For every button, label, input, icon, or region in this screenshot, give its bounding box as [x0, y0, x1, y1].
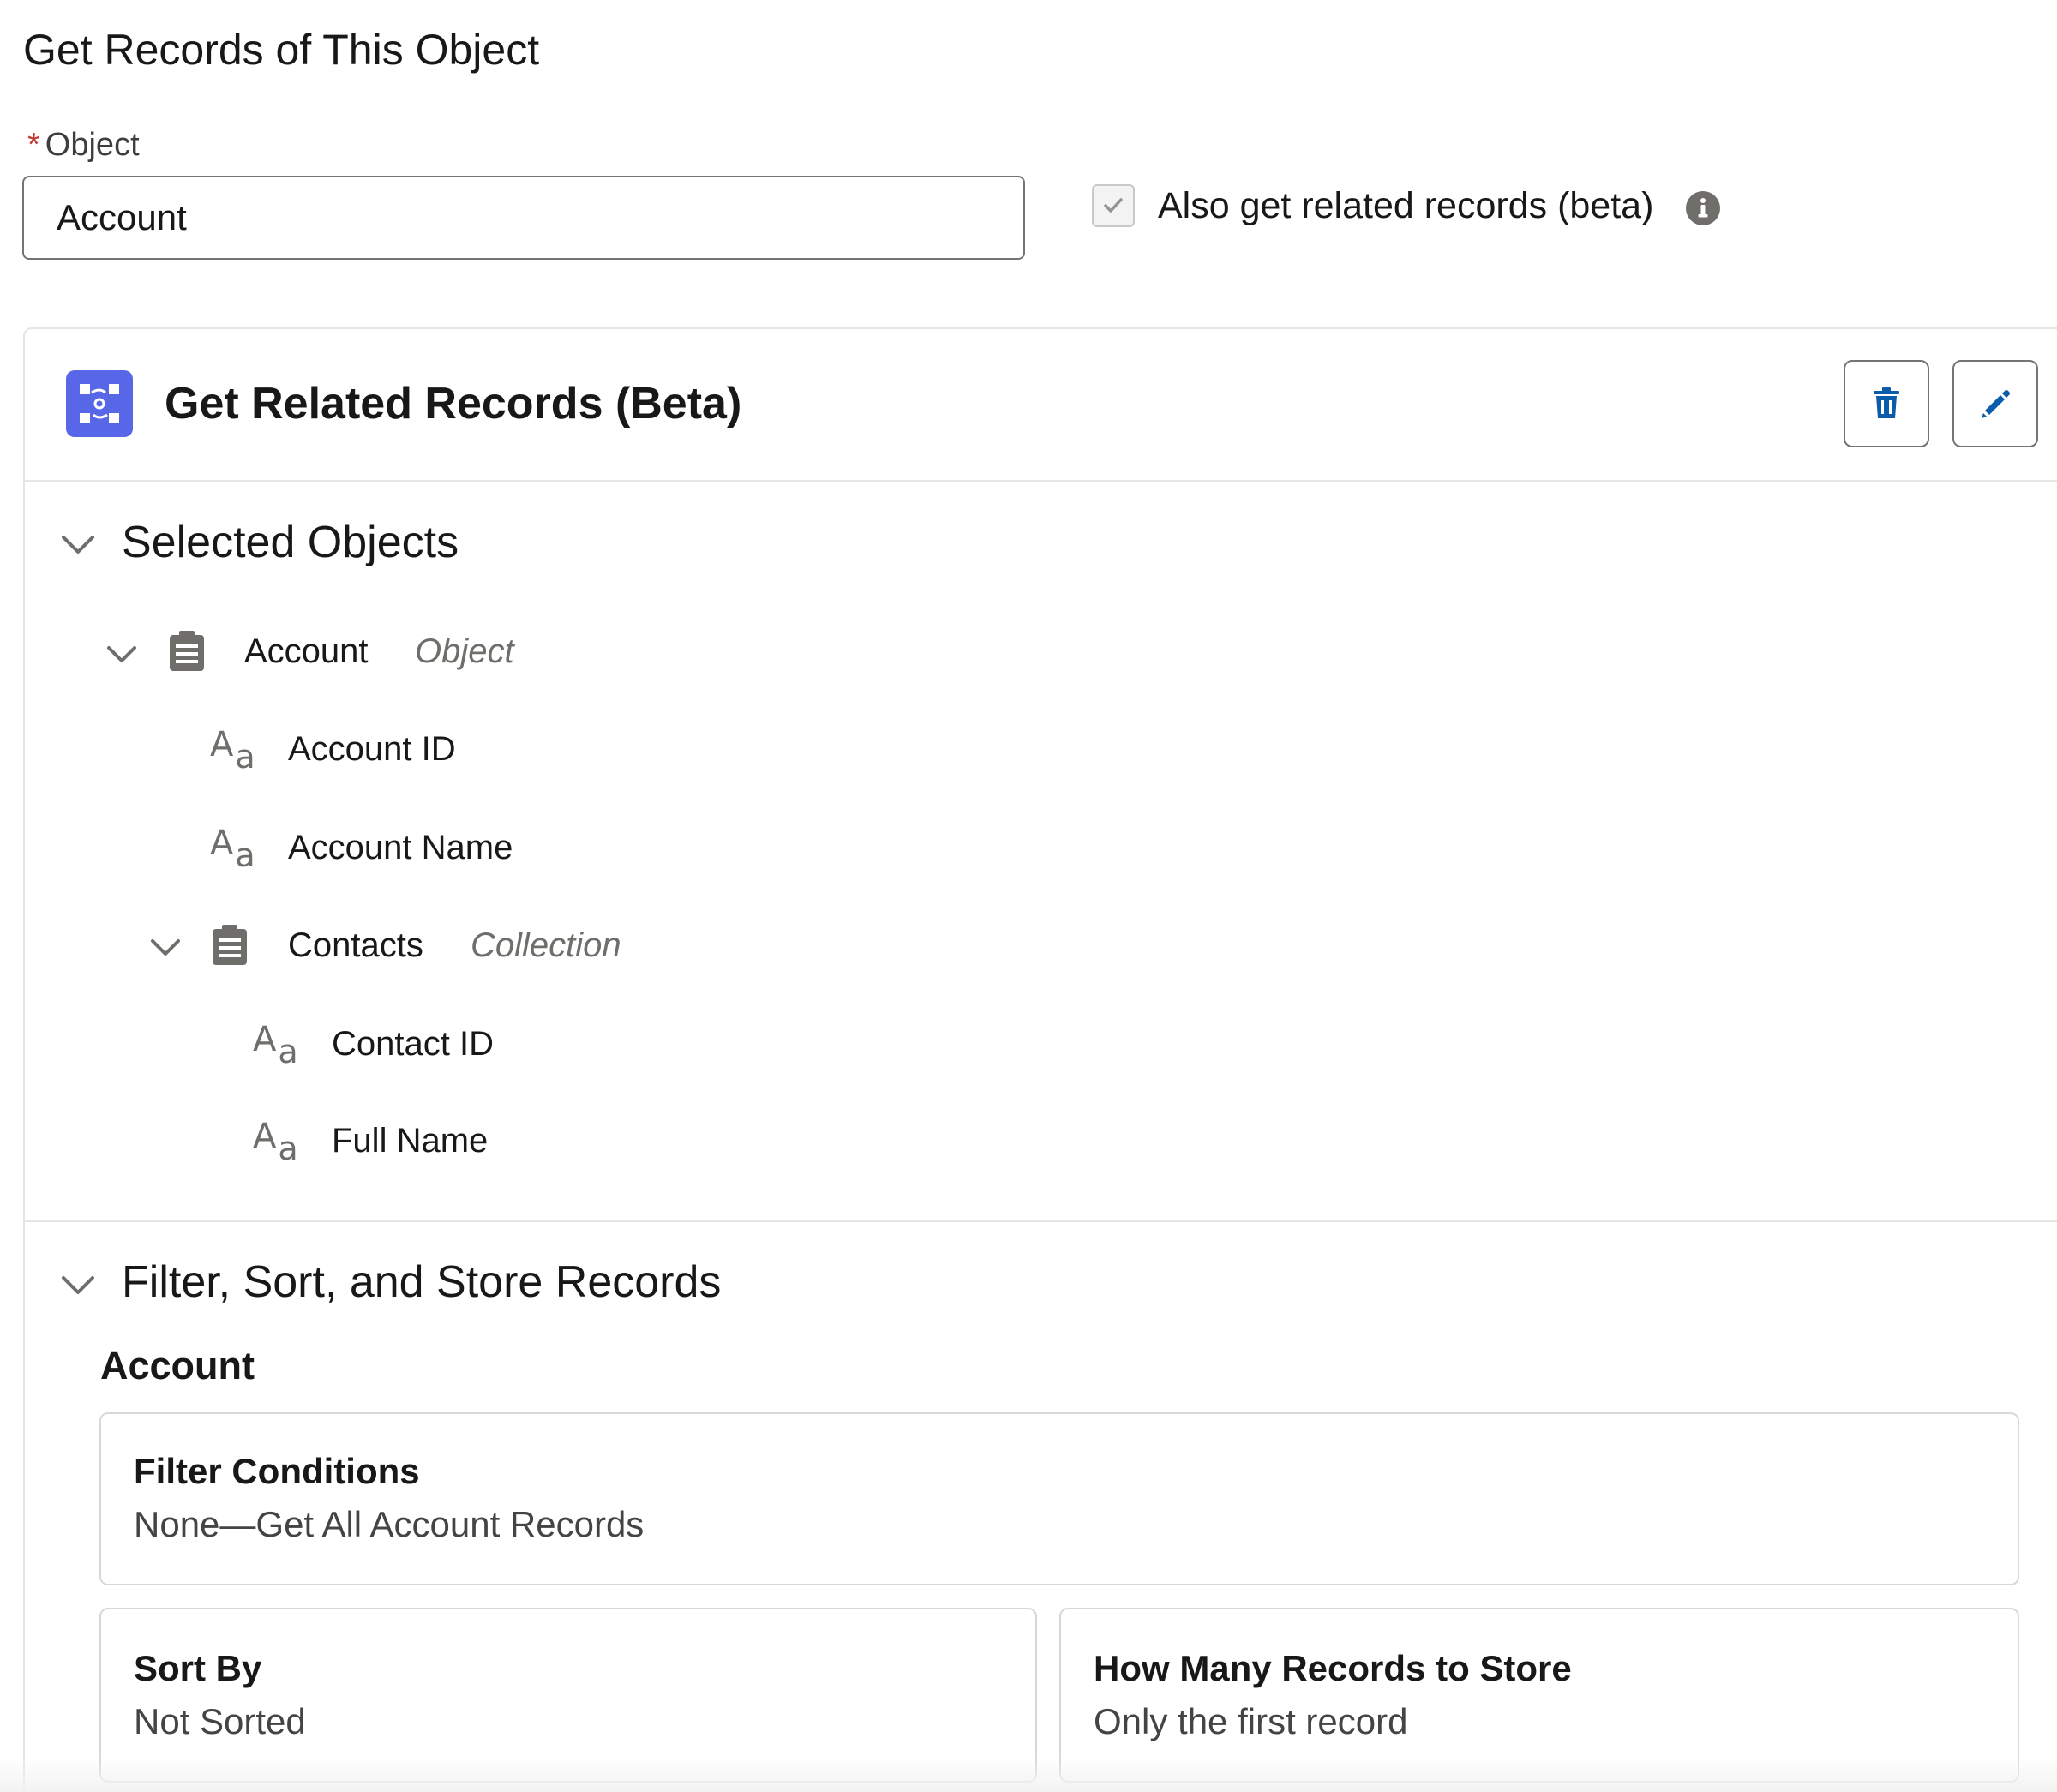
object-label-text: Object — [45, 127, 140, 163]
chevron-down-icon[interactable] — [58, 1265, 98, 1304]
sort-by-value: Not Sorted — [134, 1701, 306, 1741]
tree-item-type: Object — [415, 632, 514, 670]
section-divider — [24, 1220, 2057, 1222]
text-field-icon: Aa — [210, 824, 255, 874]
page-title: Get Records of This Object — [23, 26, 540, 74]
trash-icon — [1874, 387, 1899, 418]
card-header-divider — [24, 480, 2057, 482]
record-object-icon — [170, 631, 204, 671]
records-to-store-title: How Many Records to Store — [1094, 1648, 1572, 1688]
tree-item-type: Collection — [471, 926, 621, 964]
object-field-label: * Object — [27, 123, 140, 166]
related-records-checkbox[interactable] — [1092, 184, 1135, 227]
tree-item-label[interactable]: Full Name — [332, 1118, 488, 1163]
related-records-label: Also get related records (beta) — [1158, 185, 1654, 226]
checkmark-icon — [1104, 198, 1123, 213]
text-field-icon: Aa — [210, 725, 255, 776]
bottom-fade — [0, 1757, 2057, 1792]
filter-section-title: Filter, Sort, and Store Records — [122, 1257, 722, 1307]
filter-conditions-box[interactable]: Filter Conditions None—Get All Account R… — [99, 1412, 2019, 1585]
tree-item-label[interactable]: Account — [244, 629, 369, 674]
pencil-icon — [1982, 390, 2010, 418]
filter-conditions-title: Filter Conditions — [134, 1451, 420, 1491]
chevron-down-icon[interactable] — [58, 524, 98, 564]
edit-button[interactable] — [1952, 360, 2038, 447]
sort-by-title: Sort By — [134, 1648, 262, 1688]
tree-item-label[interactable]: Account ID — [288, 727, 456, 771]
flow-related-records-icon — [66, 370, 133, 437]
tree-item-label[interactable]: Contacts — [288, 923, 423, 968]
tree-item-label[interactable]: Contact ID — [332, 1022, 494, 1066]
get-records-panel: Get Records of This Object * Object Accou… — [0, 0, 2057, 1792]
object-input[interactable]: Account — [22, 176, 1025, 260]
chevron-down-icon[interactable] — [147, 929, 183, 965]
tree-item-label[interactable]: Account Name — [288, 825, 513, 870]
delete-button[interactable] — [1844, 360, 1929, 447]
selected-objects-title: Selected Objects — [122, 518, 459, 567]
info-icon[interactable] — [1685, 190, 1721, 226]
card-title: Get Related Records (Beta) — [165, 379, 742, 429]
text-field-icon: Aa — [253, 1117, 298, 1167]
text-field-icon: Aa — [253, 1020, 298, 1070]
filter-conditions-value: None—Get All Account Records — [134, 1504, 645, 1544]
chevron-down-icon[interactable] — [104, 636, 140, 672]
filter-object-heading: Account — [100, 1344, 255, 1387]
required-marker: * — [27, 127, 40, 163]
records-to-store-value: Only the first record — [1094, 1701, 1408, 1741]
record-collection-icon — [213, 925, 247, 965]
